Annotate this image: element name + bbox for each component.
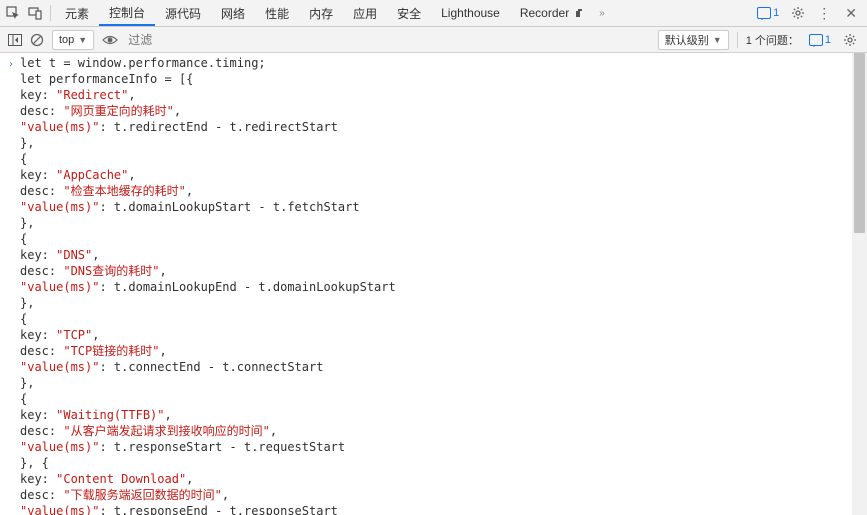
code-block: let t = window.performance.timing; let p… [18,55,396,515]
tab-application[interactable]: 应用 [343,0,387,26]
clear-console-icon[interactable] [26,29,48,51]
kebab-menu-icon[interactable]: ⋮ [811,5,837,22]
device-toggle-icon[interactable] [24,0,46,26]
console-toolbar: top▼ 默认级别▼ 1 个问题： 1 [0,27,867,53]
scrollbar-thumb[interactable] [854,53,865,233]
issues-badge[interactable]: 1 [803,34,837,46]
tab-elements[interactable]: 元素 [55,0,99,26]
tab-lighthouse[interactable]: Lighthouse [431,0,510,26]
settings-icon[interactable] [785,6,811,20]
tab-sources[interactable]: 源代码 [155,0,211,26]
context-select[interactable]: top▼ [52,30,94,50]
console-output[interactable]: › let t = window.performance.timing; let… [0,53,867,515]
issues-label: 1 个问题： [742,32,803,48]
tab-memory[interactable]: 内存 [299,0,343,26]
scrollbar[interactable] [852,53,867,515]
close-icon[interactable]: ✕ [837,5,865,22]
tab-recorder[interactable]: Recorder [510,0,595,26]
console-settings-icon[interactable] [837,33,863,47]
more-tabs-icon[interactable]: » [595,8,609,19]
tab-console[interactable]: 控制台 [99,0,155,26]
tab-security[interactable]: 安全 [387,0,431,26]
tab-network[interactable]: 网络 [211,0,255,26]
filter-input[interactable] [122,33,654,47]
inspect-icon[interactable] [2,0,24,26]
tab-performance[interactable]: 性能 [255,0,299,26]
messages-badge[interactable]: 1 [751,7,785,19]
log-level-select[interactable]: 默认级别▼ [658,30,729,50]
sidebar-toggle-icon[interactable] [4,29,26,51]
devtools-tab-bar: 元素 控制台 源代码 网络 性能 内存 应用 安全 Lighthouse Rec… [0,0,867,27]
prompt-arrow-icon: › [4,55,18,73]
live-expression-icon[interactable] [102,34,118,46]
